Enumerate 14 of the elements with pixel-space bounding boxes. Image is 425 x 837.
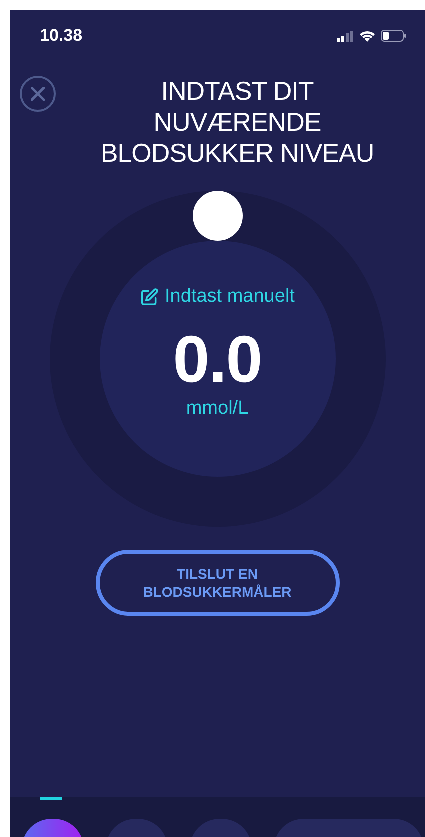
battery-icon (381, 30, 407, 42)
close-icon (31, 87, 45, 101)
connect-meter-button[interactable]: TILSLUT EN BLODSUKKERMÅLER (96, 550, 340, 616)
status-time: 10.38 (40, 26, 83, 46)
glucose-value: 0.0 (173, 322, 262, 396)
unit-label: mmol/L (186, 398, 249, 420)
manual-entry-link[interactable]: Indtast manuelt (140, 286, 295, 308)
dial-knob[interactable] (192, 191, 242, 241)
edit-icon (140, 288, 160, 306)
screen-title: INDTAST DIT NUVÆRENDE BLODSUKKER NIVEAU (100, 76, 376, 169)
active-tab-indicator (40, 797, 62, 800)
signal-icon (337, 30, 354, 42)
close-button[interactable] (20, 76, 56, 112)
wifi-icon (359, 30, 376, 42)
